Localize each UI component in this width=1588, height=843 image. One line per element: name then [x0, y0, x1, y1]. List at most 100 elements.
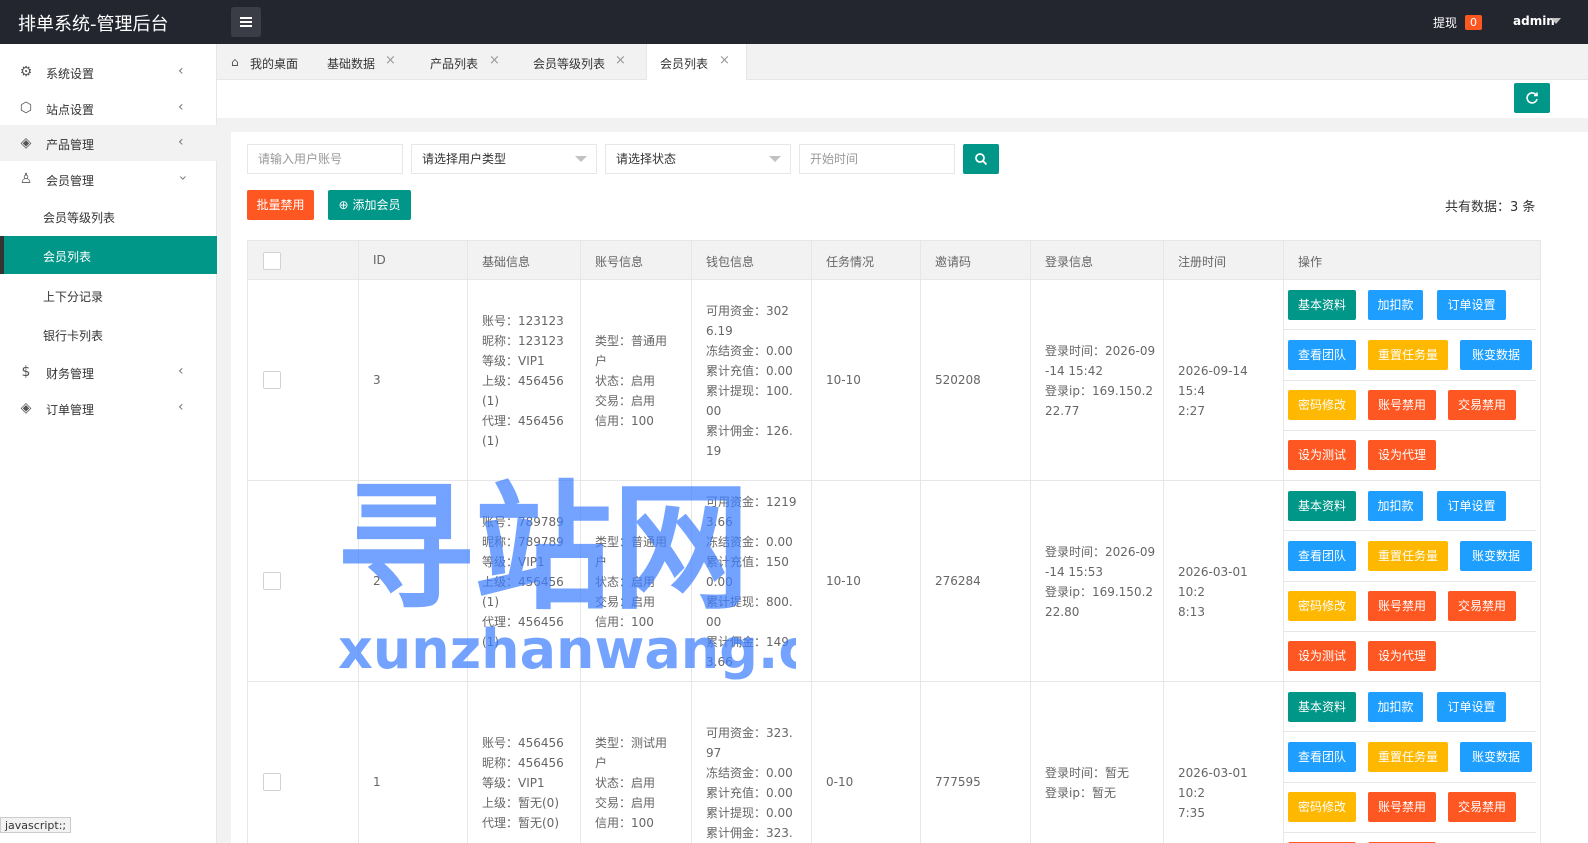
op-button[interactable]: 账变数据 — [1460, 340, 1532, 370]
sidebar-item-system-settings[interactable]: ⚙ 系统设置 ‹ — [0, 54, 217, 90]
withdraw-link[interactable]: 提现 — [1433, 14, 1457, 31]
tab-bar: ⌂ 我的桌面 基础数据 × 产品列表 × 会员等级列表 × 会员列表 × — [217, 44, 1588, 81]
tab-desktop[interactable]: ⌂ 我的桌面 — [217, 44, 317, 80]
op-button[interactable]: 订单设置 — [1437, 491, 1506, 521]
close-icon[interactable]: × — [489, 53, 500, 68]
op-button[interactable]: 加扣款 — [1368, 491, 1423, 521]
op-button[interactable]: 基本资料 — [1288, 290, 1356, 320]
op-button[interactable]: 账号禁用 — [1368, 591, 1436, 621]
sidebar-item-site-settings[interactable]: ⬡ 站点设置 ‹ — [0, 90, 217, 126]
op-button[interactable]: 重置任务量 — [1368, 742, 1448, 772]
op-button[interactable]: 加扣款 — [1368, 290, 1423, 320]
cell-line: 类型：普通用 — [595, 333, 668, 348]
cell-text-block: 登录时间：2026-09 -14 15:53 登录ip：169.150.2 22.80 — [1045, 542, 1160, 622]
close-icon[interactable]: × — [385, 53, 396, 68]
op-button[interactable]: 账号禁用 — [1368, 390, 1436, 420]
cell-line: 00 — [706, 614, 722, 629]
column-header: ID — [373, 253, 386, 267]
status-bar: javascript:; — [0, 817, 72, 833]
tab-member-list[interactable]: 会员列表 × — [646, 44, 747, 81]
sidebar-item-member[interactable]: ♙ 会员管理 ‹ — [0, 161, 217, 197]
sidebar-item-finance[interactable]: $ 财务管理 ‹ — [0, 354, 217, 390]
op-button[interactable]: 账变数据 — [1460, 742, 1532, 772]
select-all-checkbox[interactable] — [263, 252, 281, 270]
op-button[interactable]: 设为代理 — [1368, 641, 1436, 671]
sidebar-subitem-score-records[interactable]: 上下分记录 — [0, 276, 217, 314]
row-checkbox[interactable] — [263, 773, 281, 791]
cell-line: 等级：VIP1 — [482, 353, 545, 368]
cell-line: -14 15:42 — [1045, 363, 1103, 378]
column-header: 钱包信息 — [706, 255, 755, 269]
op-button[interactable]: 密码修改 — [1288, 792, 1356, 822]
sidebar-item-orders[interactable]: ◈ 订单管理 ‹ — [0, 390, 217, 426]
select-value: 请选择用户类型 — [422, 152, 507, 166]
close-icon[interactable]: × — [719, 53, 730, 68]
op-button[interactable]: 加扣款 — [1368, 692, 1423, 722]
cell-line: 累计提现：0.00 — [706, 805, 793, 820]
cell-line: 可用资金：323. — [706, 725, 793, 740]
op-button[interactable]: 查看团队 — [1288, 742, 1356, 772]
tab-product-list[interactable]: 产品列表 × — [417, 44, 517, 80]
sidebar-item-product[interactable]: ◈ 产品管理 ‹ — [0, 125, 217, 161]
sidebar-subitem-bank-cards[interactable]: 银行卡列表 — [0, 315, 217, 353]
status-select[interactable]: 请选择状态 — [605, 144, 791, 174]
op-button[interactable]: 密码修改 — [1288, 390, 1356, 420]
cell-line: 类型：测试用 — [595, 735, 668, 750]
op-button[interactable]: 账号禁用 — [1368, 792, 1436, 822]
app-title: 排单系统-管理后台 — [18, 14, 169, 35]
sidebar-item-label: 会员列表 — [43, 250, 92, 264]
sidebar-subitem-member-level[interactable]: 会员等级列表 — [0, 197, 217, 235]
cell-line: 7:35 — [1178, 805, 1205, 820]
cell-line: 6.19 — [706, 323, 733, 338]
op-button[interactable]: 订单设置 — [1437, 290, 1506, 320]
op-button[interactable]: 交易禁用 — [1448, 591, 1516, 621]
op-button[interactable]: 订单设置 — [1437, 692, 1506, 722]
op-button[interactable]: 交易禁用 — [1448, 390, 1516, 420]
cell-text-block: 类型：普通用户状态：启用 交易：启用 信用：100 — [595, 532, 685, 632]
row-checkbox[interactable] — [263, 572, 281, 590]
close-icon[interactable]: × — [615, 53, 626, 68]
cell-task: 10-10 — [826, 574, 861, 588]
cell-line: 22.77 — [1045, 403, 1080, 418]
sidebar-item-label: 产品管理 — [46, 138, 95, 152]
menu-toggle-button[interactable] — [231, 7, 261, 37]
op-button[interactable]: 基本资料 — [1288, 491, 1356, 521]
op-button[interactable]: 基本资料 — [1288, 692, 1356, 722]
start-time-input[interactable]: 开始时间 — [799, 144, 955, 174]
op-button[interactable]: 设为测试 — [1288, 641, 1356, 671]
sidebar-item-label: 会员管理 — [46, 174, 95, 188]
op-button[interactable]: 账变数据 — [1460, 541, 1532, 571]
tab-basic-data[interactable]: 基础数据 × — [317, 44, 417, 80]
sidebar: ⚙ 系统设置 ‹ ⬡ 站点设置 ‹ ◈ 产品管理 ‹ ♙ 会员管理 ‹ 会员等级… — [0, 44, 217, 843]
user-menu[interactable]: admin — [1513, 14, 1555, 28]
cell-text-block: 2026-03-01 10:2 8:13 — [1178, 562, 1278, 622]
op-button[interactable]: 设为代理 — [1368, 440, 1436, 470]
op-button[interactable]: 重置任务量 — [1368, 340, 1448, 370]
cell-line: 等级：VIP1 — [482, 554, 545, 569]
tab-label: 我的桌面 — [250, 57, 299, 71]
select-value: 请选择状态 — [616, 152, 677, 166]
op-button[interactable]: 查看团队 — [1288, 340, 1356, 370]
refresh-button[interactable] — [1514, 83, 1550, 113]
cell-line: 3.66 — [706, 654, 733, 669]
cell-line: 97 — [706, 745, 722, 760]
account-search-input[interactable]: 请输入用户账号 — [247, 144, 403, 174]
cell-line: 代理：456456 — [482, 413, 564, 428]
batch-disable-button[interactable]: 批量禁用 — [247, 190, 314, 220]
op-button[interactable]: 重置任务量 — [1368, 541, 1448, 571]
cell-text-block: 类型：测试用户状态：启用 交易：启用 信用：100 — [595, 733, 685, 833]
row-checkbox[interactable] — [263, 371, 281, 389]
op-button[interactable]: 交易禁用 — [1448, 792, 1516, 822]
op-button[interactable]: 设为测试 — [1288, 440, 1356, 470]
cell-line: (1) — [482, 393, 499, 408]
add-member-button[interactable]: ⊕ 添加会员 — [328, 190, 411, 220]
caret-down-icon[interactable] — [1551, 18, 1561, 24]
tab-label: 基础数据 — [327, 57, 376, 71]
sidebar-subitem-member-list[interactable]: 会员列表 — [0, 236, 217, 274]
user-type-select[interactable]: 请选择用户类型 — [411, 144, 597, 174]
op-button[interactable]: 查看团队 — [1288, 541, 1356, 571]
cell-line: 信用：100 — [595, 614, 654, 629]
search-button[interactable] — [963, 144, 999, 174]
tab-member-level-list[interactable]: 会员等级列表 × — [517, 44, 643, 80]
op-button[interactable]: 密码修改 — [1288, 591, 1356, 621]
